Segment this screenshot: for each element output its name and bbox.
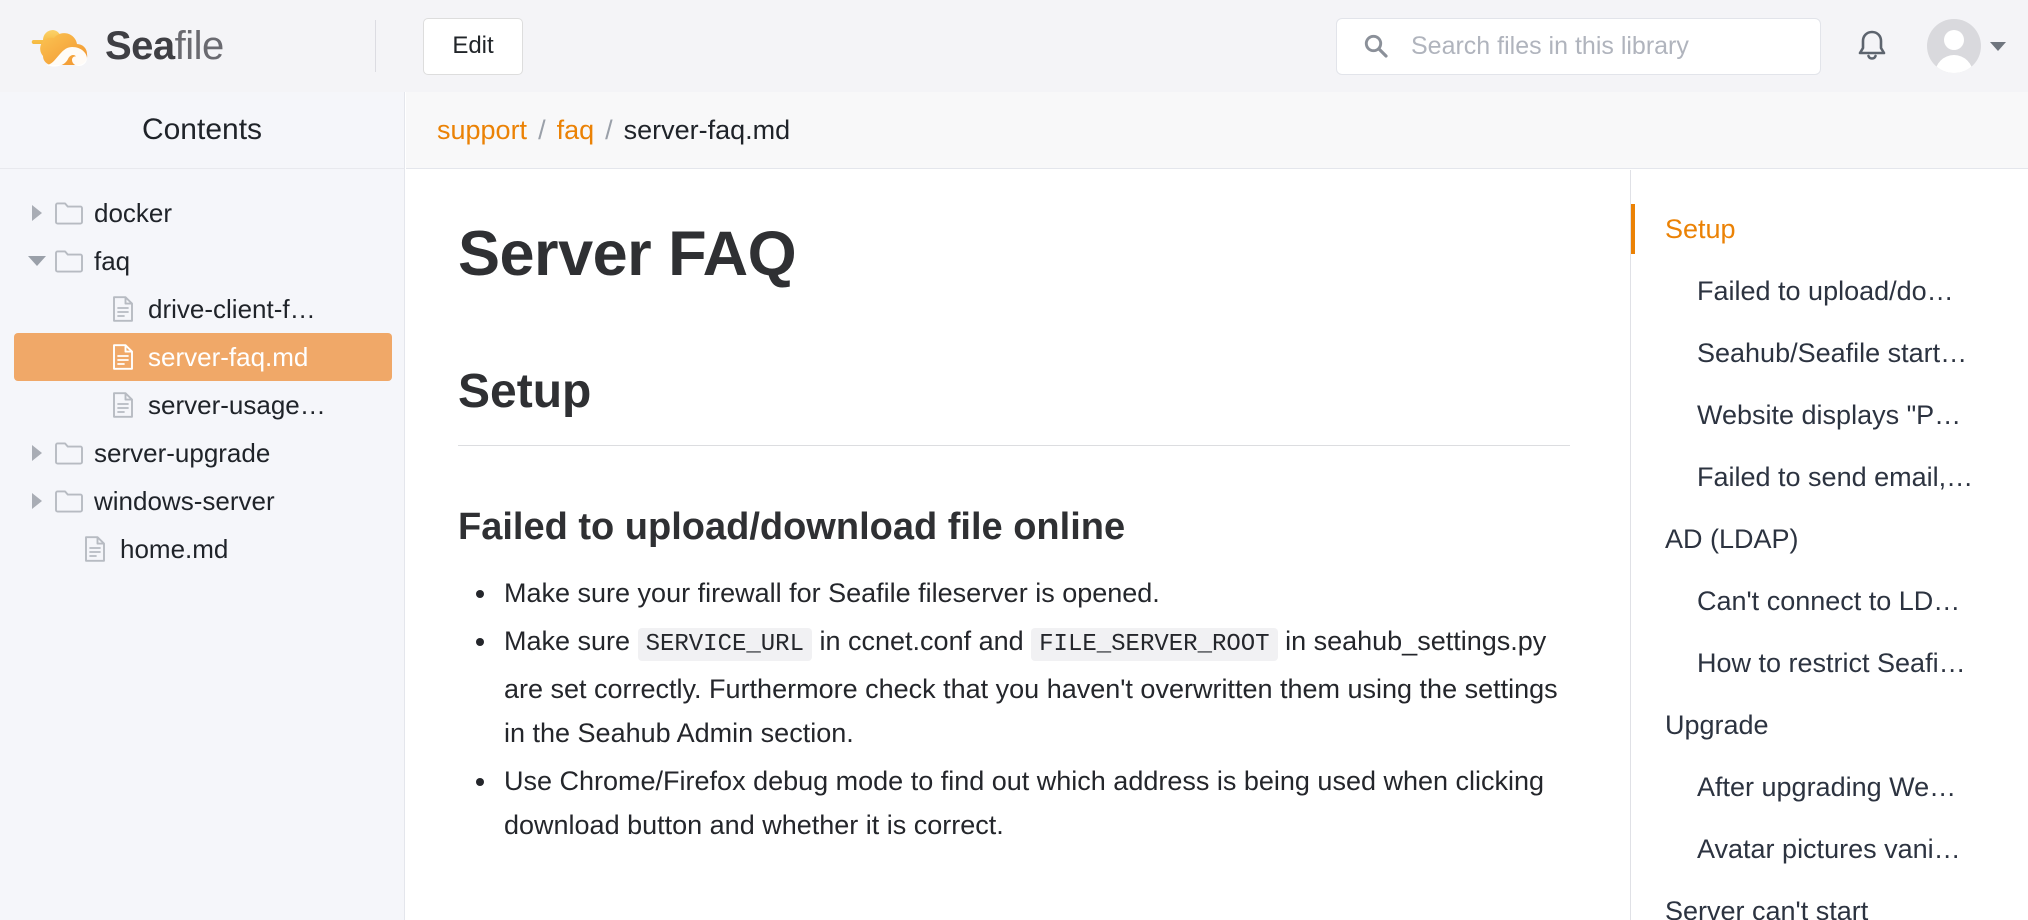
folder-icon: [54, 248, 84, 274]
breadcrumb-item-faq[interactable]: faq: [557, 115, 595, 146]
file-icon: [83, 535, 107, 563]
file-icon-slot: [76, 535, 114, 563]
breadcrumb-separator: /: [538, 115, 546, 146]
sidebar-title: Contents: [0, 92, 404, 169]
tree-item-server-faq-md[interactable]: server-faq.md: [14, 333, 392, 381]
section-heading-setup: Setup: [458, 364, 1570, 446]
toc-item[interactable]: Setup: [1631, 198, 2028, 260]
breadcrumb-current-file: server-faq.md: [624, 115, 791, 146]
chevron-down-icon: [28, 256, 46, 266]
avatar-head: [1944, 30, 1964, 50]
header-divider: [375, 20, 376, 72]
bullet-item: Make sure SERVICE_URL in ccnet.conf and …: [504, 619, 1570, 755]
inline-code: SERVICE_URL: [638, 628, 812, 661]
file-icon-slot: [104, 343, 142, 371]
chevron-right-icon: [32, 493, 42, 509]
toc-item[interactable]: Website displays "P…: [1631, 384, 2028, 446]
tree-item-server-usage[interactable]: server-usage…: [14, 381, 392, 429]
inline-code: FILE_SERVER_ROOT: [1031, 628, 1277, 661]
toc-item[interactable]: Avatar pictures vani…: [1631, 818, 2028, 880]
file-icon: [111, 295, 135, 323]
seafile-logo[interactable]: Seafile: [0, 0, 375, 92]
folder-icon-slot: [50, 488, 88, 514]
tree-item-label: server-faq.md: [148, 342, 308, 373]
file-icon-slot: [104, 391, 142, 419]
file-icon: [111, 391, 135, 419]
toc-item[interactable]: Seahub/Seafile start…: [1631, 322, 2028, 384]
tree-item-label: home.md: [120, 534, 228, 565]
folder-icon: [54, 440, 84, 466]
folder-icon-slot: [50, 200, 88, 226]
tree-toggle[interactable]: [24, 205, 50, 221]
user-menu[interactable]: [1927, 19, 2006, 73]
bullet-text: Use Chrome/Firefox debug mode to find ou…: [504, 766, 1544, 840]
bullet-list: Make sure your firewall for Seafile file…: [458, 571, 1570, 847]
seafile-cloud-logo-icon: [30, 23, 96, 69]
tree-item-label: drive-client-f…: [148, 294, 316, 325]
document-viewer: Server FAQ Setup Failed to upload/downlo…: [406, 170, 1630, 920]
chevron-down-icon: [1990, 42, 2006, 51]
tree-item-server-upgrade[interactable]: server-upgrade: [14, 429, 392, 477]
search-placeholder: Search files in this library: [1411, 32, 1689, 61]
toc-item[interactable]: Server can't start: [1631, 880, 2028, 920]
tree-item-drive-client-f[interactable]: drive-client-f…: [14, 285, 392, 333]
tree-item-label: server-upgrade: [94, 438, 270, 469]
bullet-text: Make sure: [504, 626, 638, 656]
tree-toggle[interactable]: [24, 445, 50, 461]
tree-item-docker[interactable]: docker: [14, 189, 392, 237]
edit-button[interactable]: Edit: [423, 18, 523, 75]
breadcrumb-item-support[interactable]: support: [437, 115, 527, 146]
toc-item[interactable]: Failed to send email,…: [1631, 446, 2028, 508]
brand-sea: Sea: [105, 24, 175, 68]
app-header: Seafile Edit Search files in this librar…: [0, 0, 2028, 92]
file-icon-slot: [104, 295, 142, 323]
tree-item-home-md[interactable]: home.md: [14, 525, 392, 573]
toc-item[interactable]: How to restrict Seafi…: [1631, 632, 2028, 694]
notification-button[interactable]: [1855, 28, 1889, 64]
folder-icon: [54, 200, 84, 226]
tree-toggle[interactable]: [24, 256, 50, 266]
search-input[interactable]: Search files in this library: [1336, 18, 1821, 75]
breadcrumb: support / faq / server-faq.md: [406, 92, 2028, 169]
folder-icon: [54, 488, 84, 514]
avatar: [1927, 19, 1981, 73]
subsection-heading: Failed to upload/download file online: [458, 506, 1570, 549]
search-icon: [1363, 33, 1389, 59]
file-tree: docker faq drive-client-f… server-faq.md ser…: [0, 169, 404, 573]
toc-item[interactable]: Failed to upload/do…: [1631, 260, 2028, 322]
bullet-text: in ccnet.conf and: [812, 626, 1031, 656]
notification-bell-icon: [1855, 28, 1889, 64]
tree-item-label: docker: [94, 198, 172, 229]
contents-sidebar: Contents docker faq drive-client-f… server-…: [0, 92, 405, 920]
toc-item[interactable]: After upgrading We…: [1631, 756, 2028, 818]
file-icon: [111, 343, 135, 371]
bullet-item: Make sure your firewall for Seafile file…: [504, 571, 1570, 615]
chevron-right-icon: [32, 205, 42, 221]
brand-name: Seafile: [105, 24, 224, 69]
toc-item[interactable]: AD (LDAP): [1631, 508, 2028, 570]
avatar-body: [1935, 55, 1973, 73]
brand-file: file: [175, 24, 224, 68]
tree-item-faq[interactable]: faq: [14, 237, 392, 285]
tree-item-label: faq: [94, 246, 130, 277]
tree-toggle[interactable]: [24, 493, 50, 509]
tree-item-label: server-usage…: [148, 390, 326, 421]
tree-item-label: windows-server: [94, 486, 275, 517]
bullet-text: Make sure your firewall for Seafile file…: [504, 578, 1160, 608]
toc-item[interactable]: Can't connect to LD…: [1631, 570, 2028, 632]
tree-item-windows-server[interactable]: windows-server: [14, 477, 392, 525]
breadcrumb-separator: /: [605, 115, 613, 146]
chevron-right-icon: [32, 445, 42, 461]
folder-icon-slot: [50, 248, 88, 274]
table-of-contents: SetupFailed to upload/do…Seahub/Seafile …: [1630, 170, 2028, 920]
page-title: Server FAQ: [458, 218, 1570, 290]
header-right-group: Search files in this library: [1336, 18, 2028, 75]
bullet-item: Use Chrome/Firefox debug mode to find ou…: [504, 759, 1570, 847]
toc-item[interactable]: Upgrade: [1631, 694, 2028, 756]
folder-icon-slot: [50, 440, 88, 466]
